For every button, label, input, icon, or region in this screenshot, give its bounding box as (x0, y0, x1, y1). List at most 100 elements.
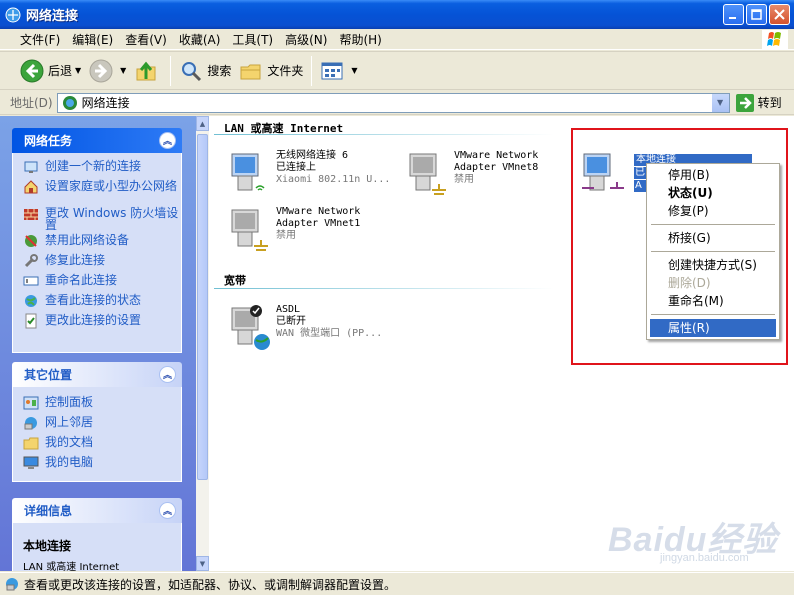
connection-name: ASDL (276, 304, 301, 315)
connection-name: VMware Network Adapter VMnet1 (276, 206, 361, 229)
network-connections-icon (62, 95, 77, 110)
menu-help[interactable]: 帮助(H) (333, 31, 387, 48)
scroll-up-arrow-icon[interactable]: ▲ (196, 116, 209, 131)
group-divider (214, 134, 554, 135)
go-arrow-icon (735, 93, 754, 112)
folders-icon (240, 64, 261, 79)
lan-adapter-icon (409, 153, 446, 195)
collapse-chevron-icon[interactable]: ︽ (159, 132, 176, 149)
scroll-thumb[interactable] (197, 134, 208, 480)
menu-advanced[interactable]: 高级(N) (279, 31, 333, 48)
folders-label: 文件夹 (267, 64, 304, 78)
connection-vmnet1[interactable]: VMware Network Adapter VMnet1 禁用 (224, 206, 366, 254)
details-header[interactable]: 详细信息 ︽ (12, 498, 182, 523)
settings-checklist-icon (25, 313, 37, 329)
address-dropdown-icon[interactable]: ▼ (711, 93, 729, 112)
network-status-icon (6, 578, 18, 591)
maximize-button[interactable] (746, 4, 767, 25)
control-panel-icon (23, 396, 39, 410)
go-button[interactable]: 转到 (735, 93, 782, 112)
place-my-computer[interactable]: 我的电脑 (23, 455, 181, 475)
my-computer-icon (23, 456, 39, 469)
task-rename-connection[interactable]: 重命名此连接 (23, 273, 181, 293)
place-network-neighborhood[interactable]: 网上邻居 (23, 415, 181, 435)
address-field[interactable]: 网络连接 ▼ (56, 92, 730, 113)
forward-button[interactable]: ▼ (85, 54, 130, 88)
annotation-highlight-box (571, 128, 788, 365)
search-button[interactable]: 搜索 (175, 54, 235, 88)
status-bar: 查看或更改该连接的设置，如适配器、协议、或调制解调器配置设置。 (0, 572, 794, 595)
back-dropdown-icon[interactable]: ▼ (75, 66, 81, 75)
connection-status: 禁用 (276, 230, 296, 241)
address-bar: 地址(D) 网络连接 ▼ 转到 (0, 91, 794, 115)
connection-status: 已连接上 (276, 162, 316, 173)
up-folder-button[interactable] (130, 54, 166, 88)
menu-tools[interactable]: 工具(T) (226, 31, 279, 48)
minimize-button[interactable] (723, 4, 744, 25)
connection-device: WAN 微型端口 (PP... (276, 328, 383, 339)
window-title: 网络连接 (26, 9, 79, 24)
group-divider (214, 288, 554, 289)
other-places-header[interactable]: 其它位置 ︽ (12, 362, 182, 387)
connection-status: 禁用 (454, 174, 474, 185)
task-view-status[interactable]: 查看此连接的状态 (23, 293, 181, 313)
task-firewall-settings[interactable]: 更改 Windows 防火墙设置 (23, 206, 181, 233)
title-bar: 网络连接 (0, 0, 794, 29)
connection-vmnet8[interactable]: VMware Network Adapter VMnet8 禁用 (402, 150, 544, 198)
connection-device: Xiaomi 802.11n U... (276, 174, 391, 185)
up-folder-icon (136, 61, 156, 80)
network-neighborhood-icon (24, 417, 37, 430)
minimize-icon (729, 17, 736, 19)
connection-wireless[interactable]: 无线网络连接 6 已连接上 Xiaomi 802.11n U... (224, 150, 390, 198)
connection-asdl[interactable]: ASDL 已断开 WAN 微型端口 (PP... (224, 304, 382, 352)
menu-favorites[interactable]: 收藏(A) (173, 31, 227, 48)
back-label: 后退 (48, 64, 73, 78)
wrench-icon (24, 254, 38, 268)
place-my-documents[interactable]: 我的文档 (23, 435, 181, 455)
close-button[interactable] (769, 4, 790, 25)
network-tasks-header[interactable]: 网络任务 ︽ (12, 128, 182, 153)
windows-logo-icon (762, 30, 788, 50)
views-dropdown-icon[interactable]: ▼ (351, 66, 357, 75)
lan-adapter-icon (231, 209, 268, 251)
collapse-chevron-icon[interactable]: ︽ (159, 502, 176, 519)
connection-name: 无线网络连接 6 (276, 150, 349, 161)
scroll-down-arrow-icon[interactable]: ▼ (196, 556, 209, 571)
views-icon (321, 62, 343, 79)
wireless-network-icon (231, 153, 265, 191)
toolbar-separator (170, 55, 172, 86)
views-button[interactable]: ▼ (316, 54, 361, 88)
menu-file[interactable]: 文件(F) (14, 31, 66, 48)
other-places-title: 其它位置 (24, 368, 73, 382)
collapse-chevron-icon[interactable]: ︽ (159, 366, 176, 383)
forward-arrow-icon (89, 59, 113, 82)
network-tasks-title: 网络任务 (24, 134, 73, 148)
task-home-network[interactable]: 设置家庭或小型办公网络 (23, 179, 181, 206)
vertical-scrollbar[interactable]: ▲ ▼ (196, 116, 209, 571)
maximize-icon (751, 9, 762, 20)
broadband-connection-icon (231, 305, 270, 350)
status-globe-icon (25, 295, 37, 307)
details-connection-type: LAN 或高速 Internet (23, 562, 120, 571)
toolbar: 后退 ▼ ▼ 搜索 文件夹 ▼ (0, 51, 794, 90)
menu-view[interactable]: 查看(V) (119, 31, 173, 48)
menu-edit[interactable]: 编辑(E) (66, 31, 119, 48)
task-change-settings[interactable]: 更改此连接的设置 (23, 313, 181, 333)
new-connection-icon (24, 161, 38, 173)
task-disable-device[interactable]: 禁用此网络设备 (23, 233, 181, 253)
group-header-broadband: 宽带 (224, 274, 246, 287)
search-label: 搜索 (207, 64, 232, 78)
back-button[interactable]: 后退 ▼ (16, 54, 85, 88)
status-text: 查看或更改该连接的设置，如适配器、协议、或调制解调器配置设置。 (24, 577, 397, 592)
close-icon (774, 9, 785, 20)
forward-dropdown-icon[interactable]: ▼ (120, 66, 126, 75)
task-repair-connection[interactable]: 修复此连接 (23, 253, 181, 273)
my-documents-icon (23, 437, 39, 450)
folders-button[interactable]: 文件夹 (235, 54, 307, 88)
place-control-panel[interactable]: 控制面板 (23, 395, 181, 415)
details-title: 详细信息 (24, 504, 73, 518)
task-create-connection[interactable]: 创建一个新的连接 (23, 159, 181, 179)
rename-icon (23, 276, 39, 286)
baidu-watermark-url: jingyan.baidu.com (660, 552, 749, 564)
address-label: 地址(D) (10, 96, 53, 110)
